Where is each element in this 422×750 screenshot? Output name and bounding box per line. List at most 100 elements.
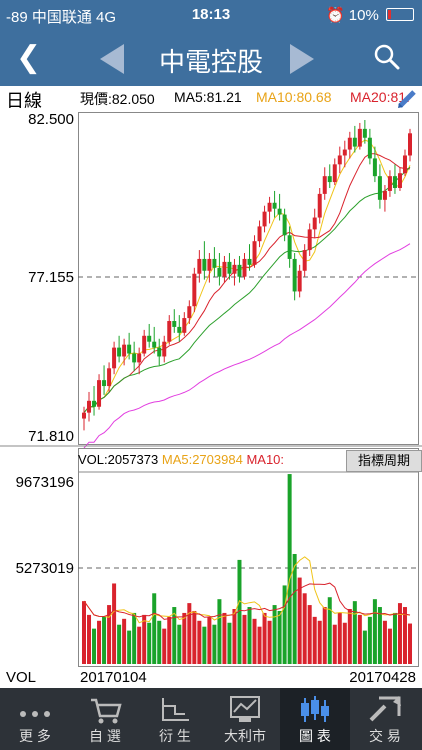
tab-derivatives[interactable]: 衍 生 bbox=[140, 688, 210, 750]
volume-bar bbox=[212, 624, 217, 664]
volume-bar bbox=[192, 610, 197, 664]
volume-bar bbox=[392, 612, 397, 664]
ma10-label: MA10:80.68 bbox=[256, 89, 332, 105]
volume-bar bbox=[147, 622, 152, 664]
indicator-period-button[interactable]: 指標周期 bbox=[346, 450, 422, 472]
volume-bar bbox=[372, 599, 377, 664]
candlesticks bbox=[82, 120, 412, 431]
volume-bar bbox=[387, 628, 392, 664]
volume-bar bbox=[352, 601, 357, 664]
candle-body bbox=[352, 137, 357, 147]
current-price: 現價:82.050 bbox=[80, 91, 155, 107]
volume-bar bbox=[222, 612, 227, 664]
price-axis-mid: 77.155 bbox=[28, 269, 74, 286]
volume-bar bbox=[167, 616, 172, 664]
tab-label: 更 多 bbox=[19, 728, 51, 744]
volume-bar bbox=[327, 597, 332, 664]
price-panel-frame bbox=[78, 112, 419, 445]
candle-body bbox=[367, 137, 372, 159]
volume-bar bbox=[117, 624, 122, 664]
volume-bar bbox=[157, 620, 162, 664]
nav-bar: ❮ 中電控股 bbox=[0, 30, 422, 86]
tab-more[interactable]: 更 多 bbox=[0, 688, 70, 750]
volume-bar bbox=[287, 474, 292, 664]
candle-body bbox=[322, 176, 327, 194]
ma10-line bbox=[83, 153, 411, 413]
candle-body bbox=[157, 347, 162, 357]
candle-body bbox=[287, 235, 292, 259]
ma60-line bbox=[83, 243, 411, 449]
tab-watchlist[interactable]: 自 選 bbox=[70, 688, 140, 750]
candle-body bbox=[147, 335, 152, 342]
volume-bar bbox=[217, 599, 222, 664]
end-date: 20170428 bbox=[349, 669, 416, 686]
tab-trade[interactable]: 交 易 bbox=[350, 688, 420, 750]
volume-bar bbox=[377, 607, 382, 664]
vol-axis-label: VOL bbox=[6, 669, 37, 686]
volume-info-row: VOL:2057373 MA5:2703984 MA10: bbox=[78, 452, 284, 467]
candle-body bbox=[307, 229, 312, 251]
volume-bar bbox=[92, 628, 97, 664]
more-icon bbox=[20, 711, 50, 717]
candle-body bbox=[162, 341, 167, 357]
candle-body bbox=[292, 258, 297, 292]
volume-bar bbox=[82, 601, 86, 664]
volume-bar bbox=[202, 626, 207, 664]
volume-bar bbox=[322, 607, 327, 664]
candle-body bbox=[167, 321, 172, 342]
volume-bar bbox=[152, 593, 157, 664]
volume-bar bbox=[132, 612, 137, 664]
volume-bar bbox=[312, 616, 317, 664]
ma20-line bbox=[83, 166, 411, 413]
candle-body bbox=[237, 264, 242, 277]
market-monitor-icon bbox=[230, 696, 260, 722]
volume-bar bbox=[347, 609, 352, 664]
next-stock-arrow-icon[interactable] bbox=[290, 44, 314, 74]
volume-bar bbox=[267, 620, 272, 664]
candle-body bbox=[82, 412, 86, 419]
volume-bar bbox=[357, 614, 362, 664]
volume-bar bbox=[127, 630, 132, 664]
volume-bar bbox=[302, 593, 307, 664]
period-label[interactable]: 日線 bbox=[6, 87, 42, 108]
alarm-icon: ⏰ bbox=[325, 7, 345, 24]
candle-body bbox=[397, 173, 402, 188]
candle-body bbox=[142, 335, 147, 354]
candle-body bbox=[202, 258, 207, 271]
candle-body bbox=[212, 258, 217, 268]
battery-indicator: ⏰ 10% bbox=[326, 6, 414, 24]
candle-body bbox=[302, 250, 307, 271]
search-icon[interactable] bbox=[374, 44, 400, 70]
candle-body bbox=[387, 176, 392, 191]
cart-icon bbox=[91, 698, 122, 724]
trade-icon bbox=[369, 696, 401, 722]
volume-bar bbox=[408, 623, 412, 664]
candle-body bbox=[267, 202, 272, 212]
ma5-label: MA5:81.21 bbox=[174, 89, 242, 105]
draw-pencil-icon[interactable] bbox=[396, 87, 418, 108]
candle-body bbox=[117, 347, 122, 357]
stock-chart[interactable]: 82.500 77.155 71.810 9673196 5273019 bbox=[0, 108, 422, 668]
candle-body bbox=[312, 217, 317, 230]
volume-bar bbox=[122, 618, 127, 664]
tab-label: 衍 生 bbox=[159, 728, 191, 744]
volume-axis-mid: 5273019 bbox=[16, 560, 74, 577]
candle-body bbox=[137, 353, 142, 363]
tab-chart[interactable]: 圖 表 bbox=[280, 688, 350, 750]
candle-body bbox=[102, 380, 107, 387]
volume-bar bbox=[337, 612, 342, 664]
candle-body bbox=[217, 267, 222, 277]
candle-body bbox=[187, 306, 192, 319]
candle-body bbox=[347, 137, 352, 150]
vol-ma10: MA10: bbox=[246, 452, 285, 467]
candle-body bbox=[272, 202, 277, 209]
volume-bar bbox=[227, 622, 232, 664]
tab-market[interactable]: 大利市 bbox=[210, 688, 280, 750]
candle-body bbox=[192, 273, 197, 307]
candle-body bbox=[362, 128, 367, 138]
candle-body bbox=[257, 226, 262, 242]
volume-bar bbox=[207, 616, 212, 664]
candle-body bbox=[357, 128, 362, 147]
volume-bar bbox=[277, 610, 282, 664]
price-axis-bottom: 71.810 bbox=[28, 428, 74, 445]
